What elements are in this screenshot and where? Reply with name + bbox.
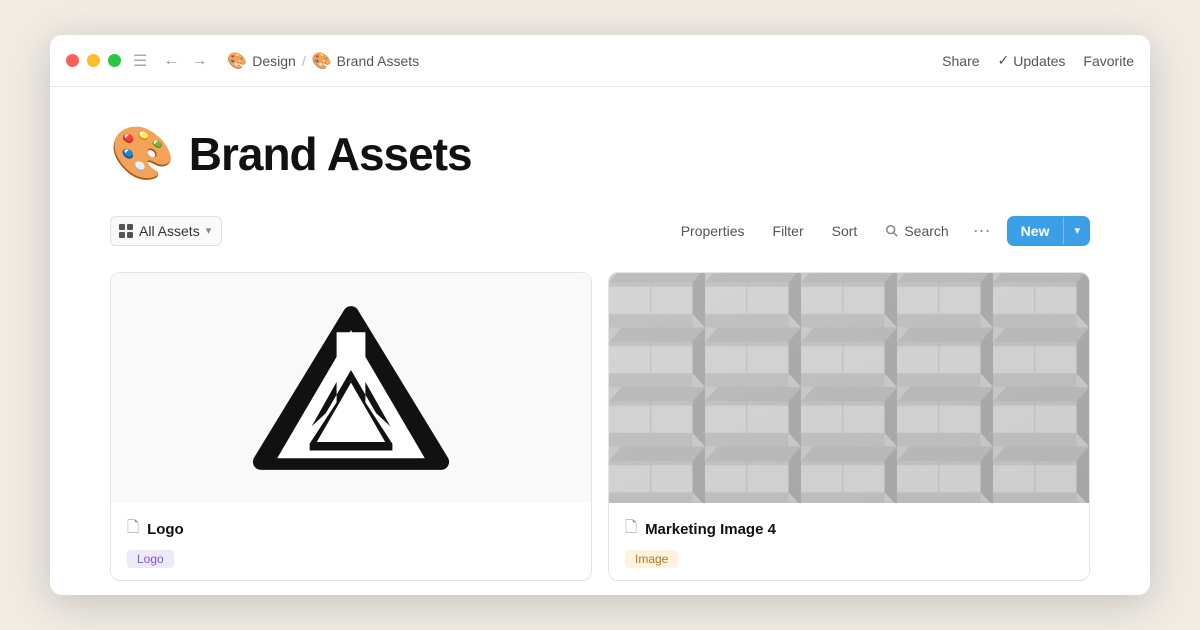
brand-assets-emoji-icon: 🎨 — [312, 51, 332, 71]
sort-button[interactable]: Sort — [820, 216, 870, 246]
titlebar: ☰ ← → 🎨 Design / 🎨 Brand Assets Share ✓ … — [50, 35, 1150, 87]
chevron-down-icon: ▾ — [206, 224, 212, 237]
breadcrumb: 🎨 Design / 🎨 Brand Assets — [227, 51, 942, 71]
nav-arrows: ← → — [159, 50, 211, 72]
toolbar-right: Properties Filter Sort Search ··· New ▾ — [669, 213, 1090, 248]
properties-button[interactable]: Properties — [669, 216, 757, 246]
card-logo-name-row: 🗋 Logo — [127, 517, 575, 542]
titlebar-actions: Share ✓ Updates Favorite — [942, 52, 1134, 69]
card-marketing-image-name-row: 🗋 Marketing Image 4 — [625, 517, 1073, 542]
card-logo-footer: 🗋 Logo Logo — [111, 503, 591, 580]
page-emoji-icon: 🎨 — [110, 128, 175, 180]
updates-button[interactable]: ✓ Updates — [998, 52, 1066, 69]
card-logo[interactable]: 🗋 Logo Logo — [110, 272, 592, 581]
new-button-group: New ▾ — [1007, 216, 1090, 246]
maximize-button[interactable] — [108, 54, 121, 67]
more-options-button[interactable]: ··· — [965, 213, 999, 248]
new-button[interactable]: New — [1007, 216, 1064, 246]
breadcrumb-design-label: Design — [252, 53, 296, 69]
card-marketing-image-name: Marketing Image 4 — [645, 521, 776, 538]
gallery: 🗋 Logo Logo — [110, 272, 1090, 581]
page-title: Brand Assets — [189, 127, 472, 181]
page-title-row: 🎨 Brand Assets — [110, 127, 1090, 181]
toolbar: All Assets ▾ Properties Filter Sort Sear… — [110, 213, 1090, 248]
breadcrumb-separator: / — [302, 53, 306, 69]
card-marketing-image-image — [609, 273, 1089, 503]
close-button[interactable] — [66, 54, 79, 67]
search-button[interactable]: Search — [873, 216, 960, 246]
card-logo-tag[interactable]: Logo — [127, 550, 174, 568]
breadcrumb-design[interactable]: 🎨 Design — [227, 51, 296, 71]
card-logo-name: Logo — [147, 521, 184, 538]
share-button[interactable]: Share — [942, 53, 979, 69]
forward-button[interactable]: → — [187, 50, 211, 72]
file-icon: 🗋 — [127, 517, 139, 542]
breadcrumb-brand-assets[interactable]: 🎨 Brand Assets — [312, 51, 419, 71]
window-controls — [66, 54, 121, 67]
favorite-button[interactable]: Favorite — [1083, 53, 1134, 69]
view-selector[interactable]: All Assets ▾ — [110, 216, 222, 246]
main-content: 🎨 Brand Assets All Assets ▾ Properties F… — [50, 87, 1150, 595]
card-marketing-image-tag[interactable]: Image — [625, 550, 678, 568]
new-dropdown-button[interactable]: ▾ — [1063, 217, 1090, 244]
check-icon: ✓ — [998, 52, 1010, 69]
grid-view-icon — [119, 224, 133, 238]
breadcrumb-brand-assets-label: Brand Assets — [337, 53, 420, 69]
card-logo-image — [111, 273, 591, 503]
back-button[interactable]: ← — [159, 50, 183, 72]
view-label: All Assets — [139, 223, 200, 239]
filter-button[interactable]: Filter — [761, 216, 816, 246]
hamburger-icon[interactable]: ☰ — [133, 51, 147, 71]
file-icon-2: 🗋 — [625, 517, 637, 542]
design-emoji-icon: 🎨 — [227, 51, 247, 71]
logo-svg — [251, 298, 451, 478]
search-icon — [885, 224, 899, 238]
main-window: ☰ ← → 🎨 Design / 🎨 Brand Assets Share ✓ … — [50, 35, 1150, 595]
card-marketing-image[interactable]: 🗋 Marketing Image 4 Image — [608, 272, 1090, 581]
card-marketing-image-footer: 🗋 Marketing Image 4 Image — [609, 503, 1089, 580]
minimize-button[interactable] — [87, 54, 100, 67]
arch-pattern-svg — [609, 273, 1089, 503]
